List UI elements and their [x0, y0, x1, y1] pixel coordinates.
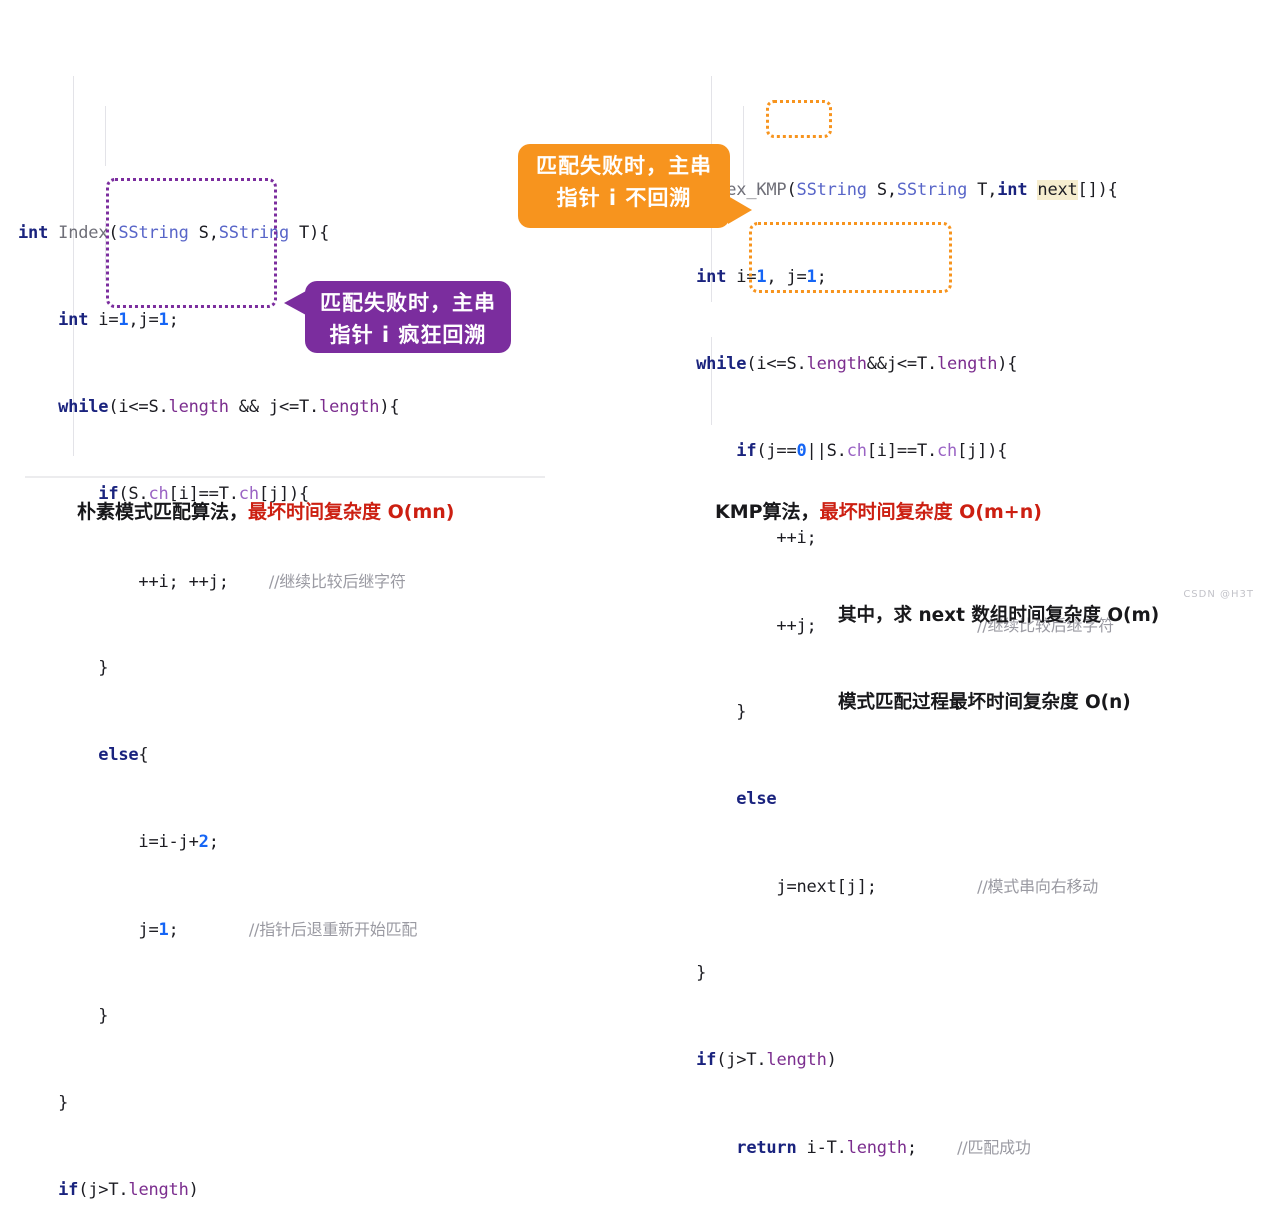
- code-line: if(j>T.length): [696, 1050, 837, 1070]
- caption-naive-complexity: 朴素模式匹配算法，最坏时间复杂度 O(mn): [77, 497, 454, 527]
- caption-left-red: 最坏时间复杂度 O(mn): [248, 501, 455, 523]
- caption-detail-line2: 模式匹配过程最坏时间复杂度 O(n): [838, 692, 1131, 713]
- code-line: }: [656, 963, 707, 983]
- code-line: }: [18, 658, 109, 678]
- caption-left-plain: 朴素模式匹配算法，: [77, 501, 249, 523]
- code-line: }: [18, 1093, 69, 1113]
- callout-purple-line1: 匹配失败时，主串: [320, 291, 496, 315]
- code-line: else: [736, 789, 777, 809]
- indent-guide: [105, 106, 106, 166]
- code-comment: //模式串向右移动: [977, 877, 1099, 896]
- callout-purple-naive: 匹配失败时，主串 指针 i 疯狂回溯: [284, 281, 511, 353]
- code-line: }: [18, 1006, 109, 1026]
- callout-purple-line2: 指针 i 疯狂回溯: [329, 323, 487, 347]
- code-line: i=i-j+2;: [18, 832, 219, 852]
- callout-orange-line2: 指针 i 不回溯: [556, 186, 692, 210]
- csdn-watermark: CSDN @H3T: [1183, 589, 1254, 600]
- callout-orange-kmp: 匹配失败时，主串 指针 i 不回溯: [518, 144, 752, 228]
- code-line: ++i; ++j; //继续比较后继字符: [18, 572, 406, 592]
- section-divider: [25, 476, 545, 478]
- code-line: j=next[j]; //模式串向右移动: [656, 877, 1099, 897]
- code-comment: //匹配成功: [957, 1138, 1031, 1157]
- code-comment: //继续比较后继字符: [268, 572, 406, 591]
- code-line: while(i<=S.length&&j<=T.length){: [696, 354, 1018, 374]
- next-param-highlight: next: [1037, 180, 1078, 200]
- code-comment: //指针后退重新开始匹配: [248, 920, 418, 939]
- code-line: int i=1, j=1;: [696, 267, 827, 287]
- caption-right-plain: KMP算法，: [715, 501, 820, 523]
- callout-orange-line1: 匹配失败时，主串: [536, 154, 712, 178]
- callout-tail-icon: [284, 291, 306, 315]
- caption-kmp-detail: 其中，求 next 数组时间复杂度 O(m) 模式匹配过程最坏时间复杂度 O(n…: [838, 543, 1159, 775]
- slide-canvas: int Index(SString S,SString T){ int i=1,…: [0, 0, 1262, 1200]
- code-line: if(j==0||S.ch[i]==T.ch[j]){: [736, 441, 1008, 461]
- code-line: else{: [98, 745, 149, 765]
- code-line: return i-T.length; //匹配成功: [736, 1138, 1031, 1158]
- code-line: if(j>T.length): [58, 1180, 199, 1200]
- code-line: while(i<=S.length && j<=T.length){: [58, 397, 400, 417]
- caption-right-red: 最坏时间复杂度 O(m+n): [819, 501, 1042, 523]
- caption-kmp-complexity: KMP算法，最坏时间复杂度 O(m+n): [715, 497, 1042, 527]
- callout-tail-icon: [728, 196, 752, 224]
- code-line: j=1; //指针后退重新开始匹配: [18, 920, 418, 940]
- caption-detail-line1: 其中，求 next 数组时间复杂度 O(m): [838, 605, 1160, 626]
